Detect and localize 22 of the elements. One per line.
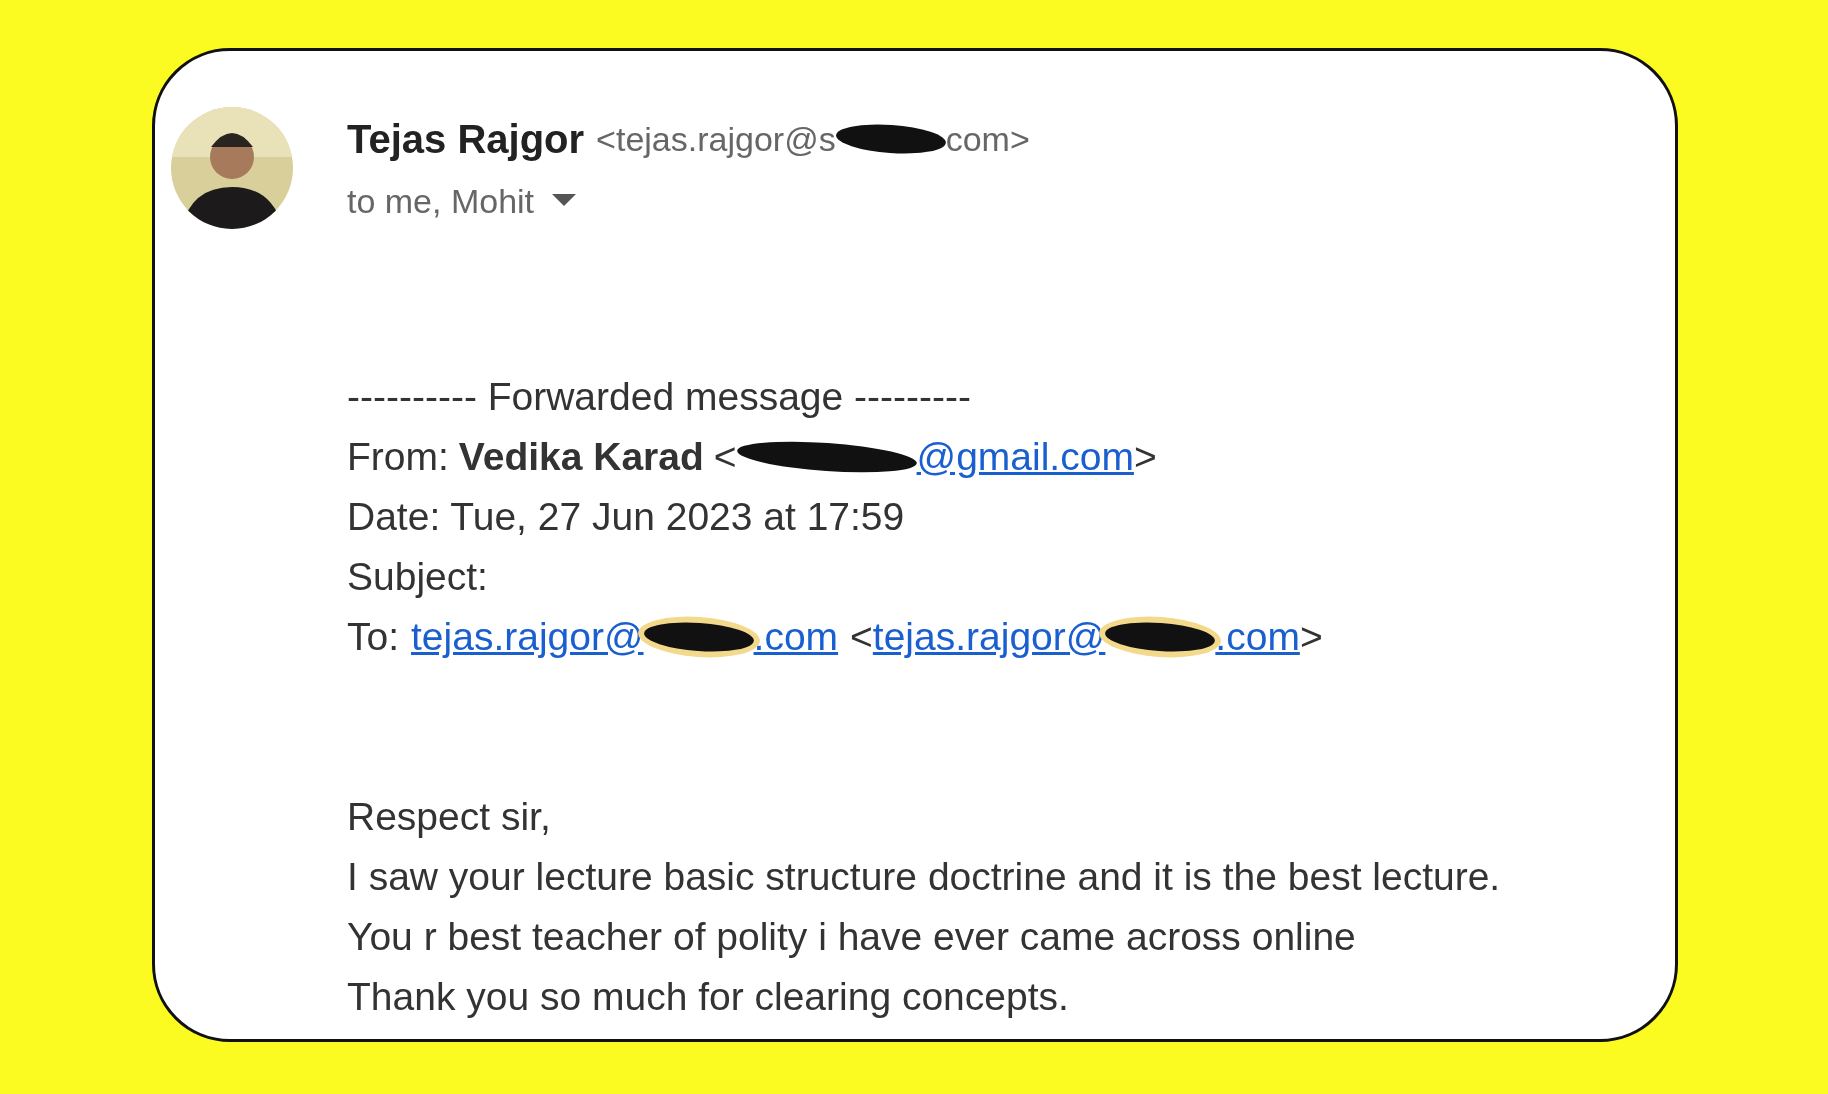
angle-bracket: < [713,435,737,479]
subject-line: Subject: [347,555,488,599]
recipients: to me, Mohit [347,181,535,221]
from-name: Vedika Karad [458,435,704,479]
caret-icon[interactable] [552,194,577,208]
email-link[interactable]: @gmail.com [736,435,1134,479]
angle-bracket: > [1133,435,1157,479]
body-text: I saw your lecture basic structure doctrine and it is the best lecture. [347,855,1501,899]
sender-name: Tejas Rajgor [347,116,585,162]
forwarded-header: ---------- Forwarded message --------- [347,375,971,419]
body-text: You r best teacher of polity i have ever came across online [347,915,1356,959]
email-link[interactable]: tejas.rajgor@ .com [872,615,1300,659]
angle-bracket: < [850,615,873,659]
body-text: Respect sir, [347,795,551,839]
date-line: Date: Tue, 27 Jun 2023 at 17:59 [347,495,905,539]
sender-email: <tejas.rajgor@s [596,119,836,159]
sender-email: com> [945,119,1030,159]
email-link[interactable]: tejas.rajgor@ .com [411,615,839,659]
angle-bracket: > [1299,615,1323,659]
body-text: Thank you so much for clearing concepts. [347,975,1069,1019]
from-label: From: [347,435,449,479]
to-label: To: [347,615,400,659]
